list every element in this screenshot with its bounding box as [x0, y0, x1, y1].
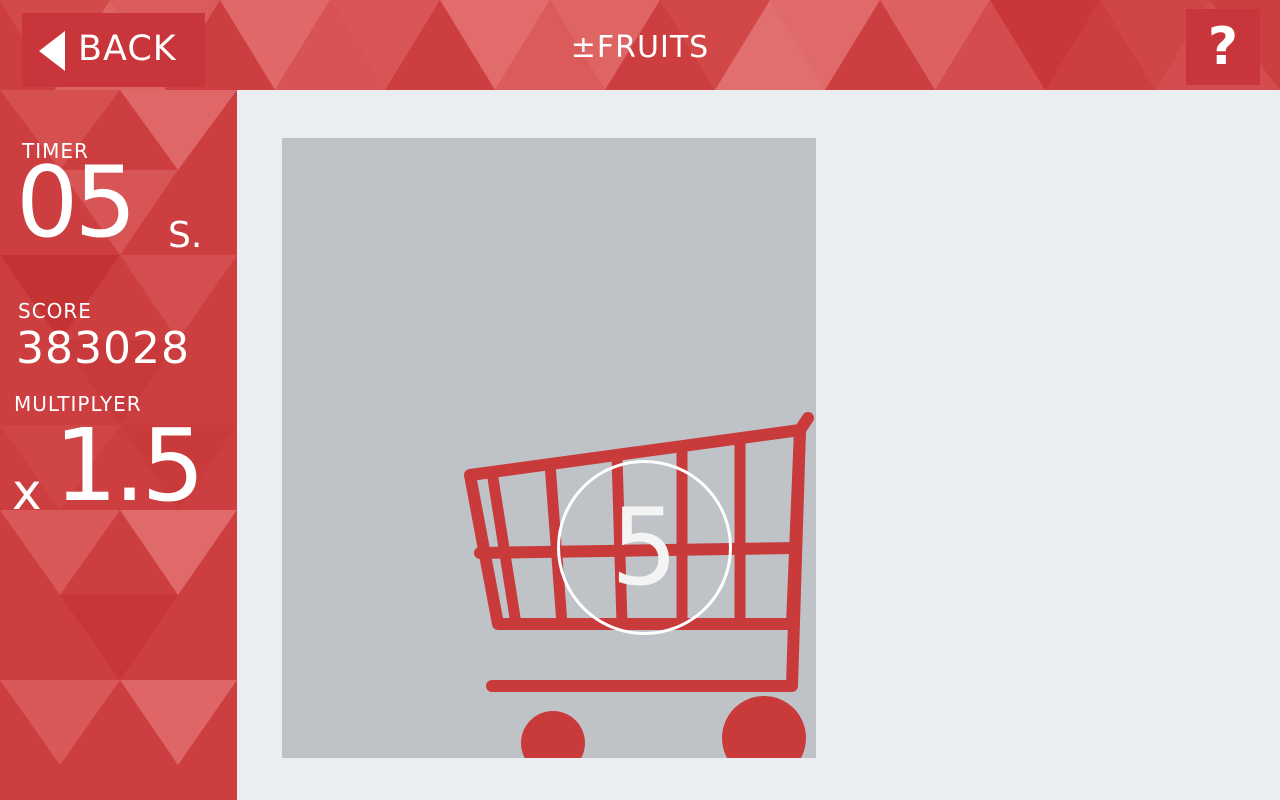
game-area: 5 [237, 90, 1280, 800]
timer-unit: S. [168, 215, 203, 256]
timer-value: 05 [16, 146, 137, 260]
stats-sidebar: TIMER 05 S. SCORE 383028 MULTIPLYER x 1.… [0, 90, 237, 800]
shopping-cart-icon [464, 412, 814, 758]
top-bar: BACK ±FRUITS ? [0, 0, 1280, 90]
countdown-number: 5 [610, 486, 679, 609]
multiplier-value: 1.5 [54, 407, 205, 524]
score-value: 383028 [16, 323, 190, 374]
help-button[interactable]: ? [1186, 9, 1260, 85]
score-label: SCORE [18, 299, 92, 323]
game-title: ±FRUITS [570, 30, 710, 65]
multiplier-prefix: x [12, 463, 42, 521]
countdown-indicator: 5 [557, 460, 732, 635]
game-card[interactable]: 5 [282, 138, 816, 758]
